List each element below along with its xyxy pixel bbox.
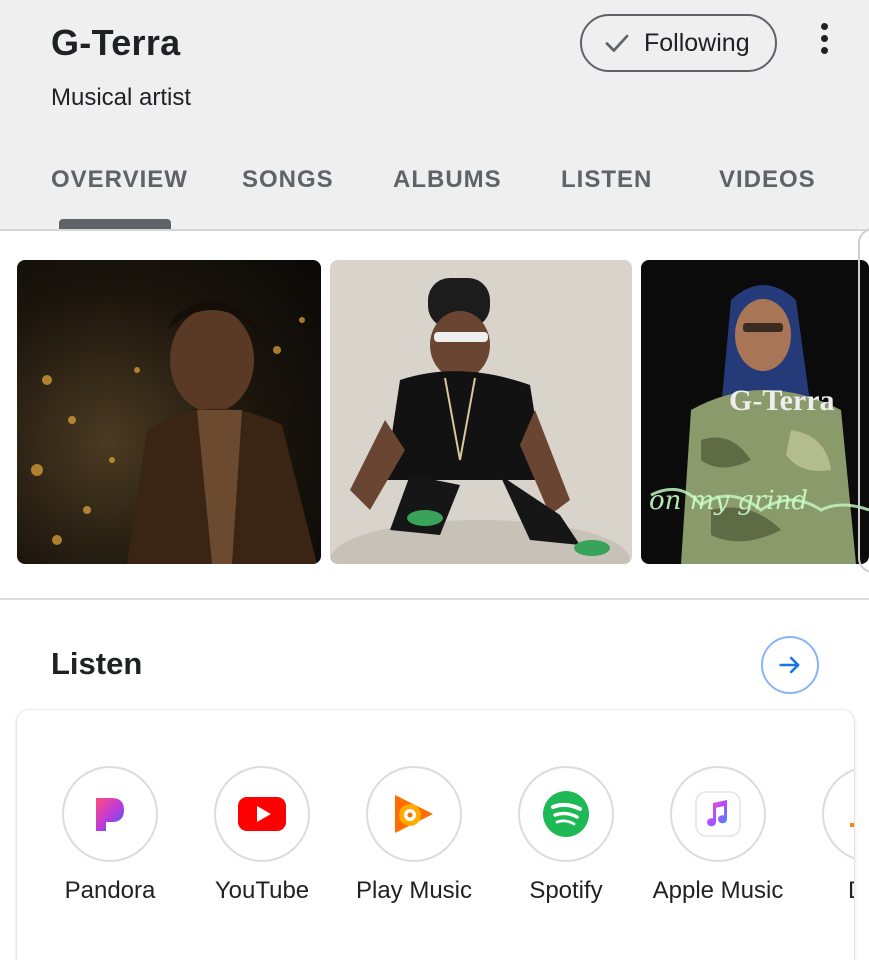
youtube-icon xyxy=(214,766,310,862)
service-name: Apple Music xyxy=(652,877,784,904)
artist-photo-2[interactable] xyxy=(330,260,632,564)
deezer-icon xyxy=(822,766,854,862)
page-subtitle: Musical artist xyxy=(51,84,192,111)
artist-photo-3[interactable]: G-Terra on my grind xyxy=(641,260,869,564)
following-label: Following xyxy=(644,28,750,57)
service-play-music[interactable]: Play Music xyxy=(339,766,489,907)
check-icon xyxy=(605,34,629,52)
pandora-icon xyxy=(62,766,158,862)
service-name: Dee xyxy=(795,874,854,907)
apple-music-icon xyxy=(670,766,766,862)
spotify-icon xyxy=(518,766,614,862)
page-title: G-Terra xyxy=(51,22,181,63)
artist-header: G-Terra Musical artist Following OVERVIE… xyxy=(0,0,869,229)
tab-albums[interactable]: ALBUMS xyxy=(393,166,502,194)
photo-caption: G-Terra xyxy=(729,384,835,417)
listen-heading: Listen xyxy=(51,646,143,681)
listen-more-button[interactable] xyxy=(761,636,819,694)
tab-songs[interactable]: SONGS xyxy=(242,166,334,194)
service-spotify[interactable]: Spotify xyxy=(491,766,641,907)
more-options-icon[interactable] xyxy=(808,20,840,56)
service-youtube[interactable]: YouTube xyxy=(187,766,337,907)
carousel-scroll-edge xyxy=(858,228,869,573)
artist-photo-1[interactable] xyxy=(17,260,321,564)
active-tab-indicator xyxy=(59,219,171,229)
tab-overview[interactable]: OVERVIEW xyxy=(51,166,188,194)
service-apple-music[interactable]: Apple Music xyxy=(643,766,793,907)
service-name: Play Music xyxy=(355,877,473,904)
section-divider xyxy=(0,598,869,600)
service-name: Spotify xyxy=(529,877,603,904)
streaming-services-card: Pandora YouTube Play Music Spotify Apple… xyxy=(17,710,854,960)
arrow-right-icon xyxy=(779,656,800,674)
header-divider xyxy=(0,229,869,231)
following-button[interactable]: Following xyxy=(580,14,777,72)
service-name: Pandora xyxy=(64,877,156,904)
photo-script-text: on my grind xyxy=(649,486,809,516)
tab-listen[interactable]: LISTEN xyxy=(561,166,652,194)
service-pandora[interactable]: Pandora xyxy=(35,766,185,907)
tab-videos[interactable]: VIDEOS xyxy=(719,166,816,194)
service-name: YouTube xyxy=(214,877,310,904)
service-deezer[interactable]: Dee xyxy=(795,766,854,907)
play-music-icon xyxy=(366,766,462,862)
